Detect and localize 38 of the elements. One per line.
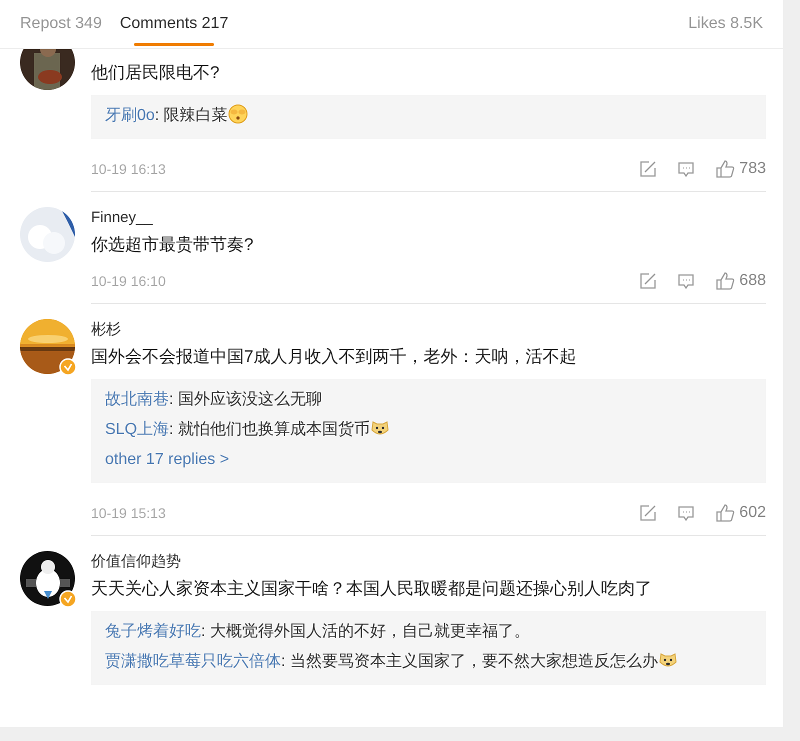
share-icon (639, 504, 658, 522)
user-name[interactable]: 价值信仰趋势 (91, 551, 766, 573)
comment-icon (677, 160, 696, 178)
thumbs-up-icon (715, 271, 736, 291)
thumbs-up-icon (715, 159, 736, 179)
like-button[interactable]: 602 (715, 503, 766, 523)
reply-text: 故北南巷: 国外应该没这么无聊 (105, 390, 323, 410)
emoji-icon (228, 104, 248, 124)
comment-text: 你选超市最贵带节奏? (91, 234, 254, 256)
user-name[interactable]: Finney__ (91, 207, 766, 229)
user-name[interactable]: 彬杉 (91, 319, 766, 341)
reply-text: SLQ上海: 就怕他们也换算成本国货币 (105, 415, 752, 445)
reply-text: 贾潇撒吃草莓只吃六倍体: 当然要骂资本主义国家了，要不然大家想造反怎么办 (105, 647, 752, 677)
share-button[interactable] (639, 504, 658, 522)
reply-text: 牙刷0o: 限辣白菜 (105, 101, 752, 131)
comment-time: 10-19 15:13 (91, 505, 166, 521)
thumbs-up-icon (715, 503, 736, 523)
reply-text: 兔子烤着好吃: 大概觉得外国人活的不好，自己就更幸福了。 (105, 622, 531, 642)
comment-time: 10-19 16:10 (91, 273, 166, 289)
reply-button[interactable] (677, 272, 696, 290)
comment-icon (677, 272, 696, 290)
tab[interactable]: Repost 349 (20, 0, 102, 48)
share-button[interactable] (639, 160, 658, 178)
share-icon (639, 160, 658, 178)
more-replies-link[interactable]: other 17 replies > (105, 445, 230, 475)
comment-text: 天天关心人家资本主义国家干啥？本国人民取暖都是问题还操心别人吃肉了 (91, 578, 653, 600)
share-icon (639, 272, 658, 290)
comment-icon (677, 504, 696, 522)
comment-time: 10-19 16:13 (91, 161, 166, 177)
share-button[interactable] (639, 272, 658, 290)
comment-text: 国外会不会报道中国7成人月收入不到两千，老外：天呐，活不起 (91, 346, 578, 368)
like-button[interactable]: 688 (715, 271, 766, 291)
reply-button[interactable] (677, 160, 696, 178)
comment-text: 他们居民限电不? (91, 62, 220, 84)
likes-count: Likes 8.5K (688, 15, 763, 33)
like-button[interactable]: 783 (715, 159, 766, 179)
reply-button[interactable] (677, 504, 696, 522)
tab[interactable]: Comments 217 (120, 0, 228, 48)
